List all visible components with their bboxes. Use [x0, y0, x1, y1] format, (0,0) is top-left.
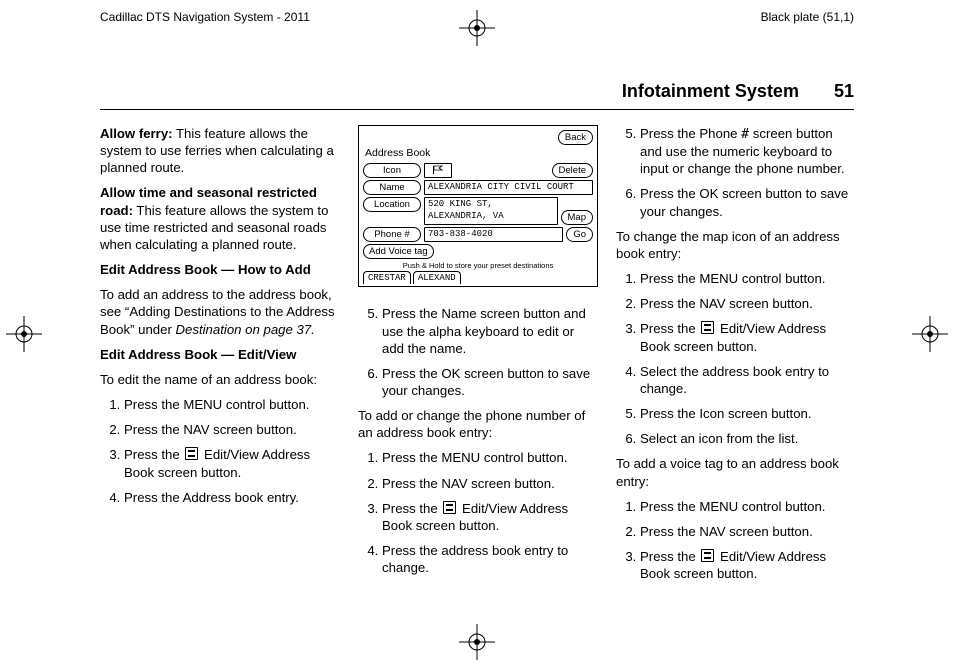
list-item: Press the MENU control button. [640, 270, 854, 287]
go-button: Go [566, 227, 593, 242]
map-button: Map [561, 210, 593, 225]
column-3: Press the Phone # screen button and use … [616, 125, 854, 590]
name-label: Name [363, 180, 421, 195]
address-book-icon [443, 501, 456, 514]
edit-view-heading: Edit Address Book — Edit/View [100, 346, 338, 363]
section-title: Infotainment System [622, 81, 799, 101]
step-text: Press the [640, 321, 699, 336]
list-item: Press the address book entry to change. [382, 542, 596, 576]
icon-label: Icon [363, 163, 421, 178]
step-text: Press the [382, 501, 441, 516]
print-meta-row: Cadillac DTS Navigation System - 2011 Bl… [0, 10, 954, 38]
name-field: ALEXANDRIA CITY CIVIL COURT [424, 180, 593, 195]
icon-intro: To change the map icon of an address boo… [616, 228, 854, 262]
list-item: Press the Edit/View Address Book screen … [382, 500, 596, 534]
edit-view-intro: To edit the name of an address book: [100, 371, 338, 388]
phone-field: 703-838-4020 [424, 227, 563, 242]
list-item: Press the Address book entry. [124, 489, 338, 506]
registration-mark-icon [459, 624, 495, 660]
list-item: Press the Phone # screen button and use … [640, 125, 854, 177]
hash-icon: # [741, 127, 749, 142]
allow-time-text: This feature allows the system to use ti… [100, 203, 328, 252]
column-2: Back Address Book Icon Delete Name ALEXA… [358, 125, 596, 590]
location-label: Location [363, 197, 421, 212]
phone-steps: Press the MENU control button. Press the… [358, 449, 596, 576]
phone-intro: To add or change the phone number of an … [358, 407, 596, 441]
list-item: Press the MENU control button. [124, 396, 338, 413]
addrbook-title: Address Book [365, 147, 593, 161]
page-number: 51 [834, 81, 854, 101]
registration-mark-icon [912, 316, 948, 352]
address-book-icon [701, 321, 714, 334]
list-item: Press the NAV screen button. [382, 475, 596, 492]
column-1: Allow ferry: This feature allows the sys… [100, 125, 338, 590]
address-book-icon [185, 447, 198, 460]
add-voice-button: Add Voice tag [363, 244, 434, 259]
list-item: Press the Edit/View Address Book screen … [640, 548, 854, 582]
name-steps-cont: Press the Name screen button and use the… [358, 305, 596, 399]
list-item: Press the Edit/View Address Book screen … [640, 320, 854, 354]
destination-xref: Destination on page 37. [176, 322, 315, 337]
address-book-icon [701, 549, 714, 562]
body-columns: Allow ferry: This feature allows the sys… [100, 125, 854, 590]
how-to-add-heading: Edit Address Book — How to Add [100, 261, 338, 278]
icon-field [424, 163, 452, 178]
address-book-screenshot: Back Address Book Icon Delete Name ALEXA… [358, 125, 598, 287]
phone-steps-cont: Press the Phone # screen button and use … [616, 125, 854, 220]
plate-label: Black plate (51,1) [761, 10, 854, 26]
list-item: Press the NAV screen button. [640, 295, 854, 312]
edit-view-steps: Press the MENU control button. Press the… [100, 396, 338, 506]
list-item: Press the Edit/View Address Book screen … [124, 446, 338, 480]
icon-steps: Press the MENU control button. Press the… [616, 270, 854, 447]
registration-mark-icon [6, 316, 42, 352]
step-text: Press the [124, 447, 183, 462]
list-item: Select the address book entry to change. [640, 363, 854, 397]
page-header: Infotainment System 51 [100, 80, 854, 110]
list-item: Press the Icon screen button. [640, 405, 854, 422]
delete-button: Delete [552, 163, 593, 178]
header-rule [100, 109, 854, 110]
doc-title: Cadillac DTS Navigation System - 2011 [100, 10, 310, 26]
voice-steps: Press the MENU control button. Press the… [616, 498, 854, 583]
list-item: Press the OK screen button to save your … [382, 365, 596, 399]
preset-hint: Push & Hold to store your preset destina… [363, 261, 593, 271]
list-item: Press the MENU control button. [382, 449, 596, 466]
page: Cadillac DTS Navigation System - 2011 Bl… [0, 0, 954, 668]
list-item: Press the Name screen button and use the… [382, 305, 596, 356]
list-item: Press the MENU control button. [640, 498, 854, 515]
flag-icon [432, 165, 444, 175]
list-item: Select an icon from the list. [640, 430, 854, 447]
back-button: Back [558, 130, 593, 145]
voice-intro: To add a voice tag to an address book en… [616, 455, 854, 489]
preset-tab: CRESTAR [363, 271, 411, 284]
step-text: Press the Phone [640, 126, 741, 141]
phone-label: Phone # [363, 227, 421, 242]
preset-tabs: CRESTAR ALEXAND [363, 271, 593, 284]
preset-tab: ALEXAND [413, 271, 461, 284]
step-text: Press the [640, 549, 699, 564]
list-item: Press the NAV screen button. [640, 523, 854, 540]
allow-ferry-label: Allow ferry: [100, 126, 173, 141]
location-field: 520 KING ST, ALEXANDRIA, VA [424, 197, 558, 225]
list-item: Press the OK screen button to save your … [640, 185, 854, 219]
list-item: Press the NAV screen button. [124, 421, 338, 438]
